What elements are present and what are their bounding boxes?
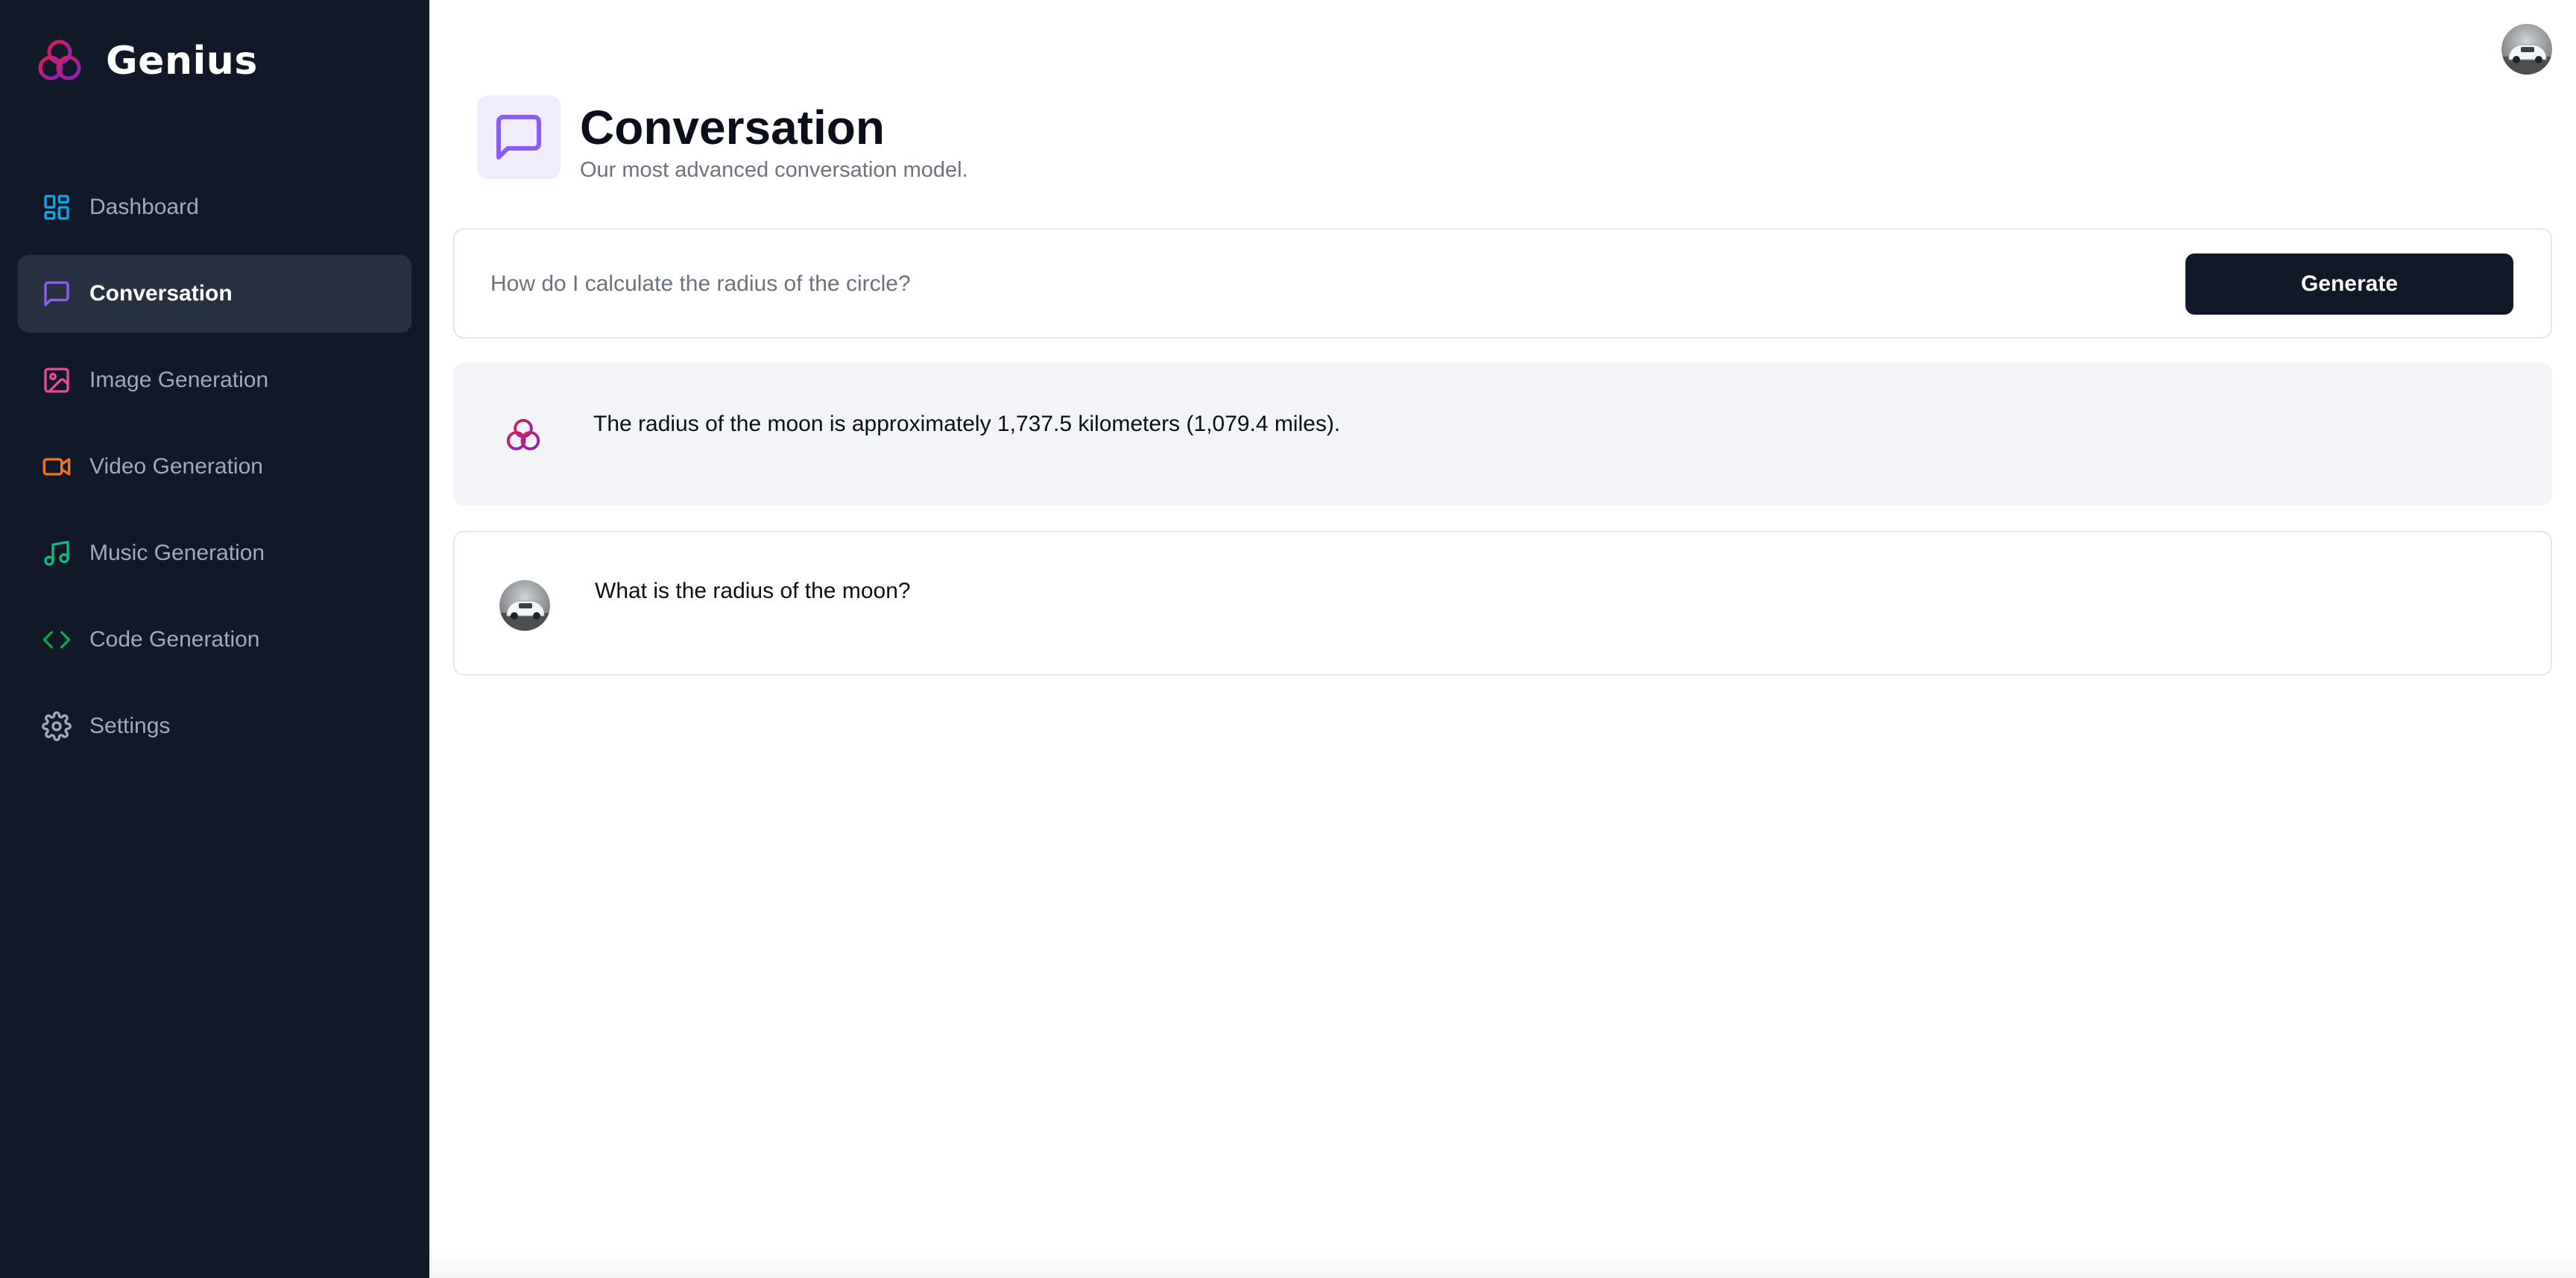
message-list: The radius of the moon is approximately …	[453, 362, 2552, 701]
sidebar-item-code-generation[interactable]: Code Generation	[18, 601, 411, 679]
brand-name: Genius	[106, 39, 258, 84]
sidebar-item-settings[interactable]: Settings	[18, 687, 411, 765]
sidebar-item-video-generation[interactable]: Video Generation	[18, 428, 411, 506]
sidebar-item-label: Music Generation	[89, 541, 265, 565]
brand-link[interactable]: Genius	[33, 33, 258, 89]
prompt-input[interactable]	[489, 252, 2129, 316]
genius-logo-icon	[498, 410, 549, 461]
page-header: Conversation Our most advanced conversat…	[477, 95, 968, 183]
user-avatar	[499, 580, 550, 631]
dashboard-icon	[42, 192, 72, 222]
genius-logo-icon	[33, 34, 86, 88]
message-square-icon	[492, 110, 546, 164]
sidebar-item-label: Settings	[89, 714, 171, 738]
sidebar: Genius Dashboard Conversation Image Gene…	[0, 0, 429, 1278]
bottom-fade	[429, 1248, 2576, 1278]
settings-icon	[42, 711, 72, 741]
user-avatar-button[interactable]	[2501, 24, 2552, 75]
page-subtitle: Our most advanced conversation model.	[580, 158, 968, 182]
main-content: Conversation Our most advanced conversat…	[429, 0, 2576, 1278]
message-text: What is the radius of the moon?	[595, 579, 911, 603]
video-icon	[42, 452, 72, 482]
sidebar-item-label: Code Generation	[89, 627, 260, 652]
prompt-form: Generate	[453, 228, 2552, 339]
sidebar-item-dashboard[interactable]: Dashboard	[18, 169, 411, 246]
music-icon	[42, 538, 72, 568]
header-text: Conversation Our most advanced conversat…	[580, 95, 968, 183]
generate-button[interactable]: Generate	[2185, 254, 2513, 315]
sidebar-item-label: Video Generation	[89, 454, 263, 479]
image-icon	[42, 365, 72, 395]
message-text: The radius of the moon is approximately …	[593, 412, 1341, 436]
page-title: Conversation	[580, 101, 885, 154]
user-avatar	[2501, 24, 2552, 75]
message-square-icon	[42, 279, 72, 309]
sidebar-item-label: Image Generation	[89, 368, 269, 392]
sidebar-item-conversation[interactable]: Conversation	[18, 255, 411, 333]
header-icon-box	[477, 95, 561, 179]
user-message: What is the radius of the moon?	[453, 531, 2552, 676]
code-icon	[42, 625, 72, 655]
bot-message: The radius of the moon is approximately …	[453, 362, 2552, 506]
sidebar-nav: Dashboard Conversation Image Generation …	[18, 169, 411, 774]
sidebar-item-music-generation[interactable]: Music Generation	[18, 514, 411, 592]
app-root: Genius Dashboard Conversation Image Gene…	[0, 0, 2576, 1278]
sidebar-item-label: Conversation	[89, 281, 233, 306]
sidebar-item-label: Dashboard	[89, 195, 199, 219]
sidebar-item-image-generation[interactable]: Image Generation	[18, 341, 411, 419]
